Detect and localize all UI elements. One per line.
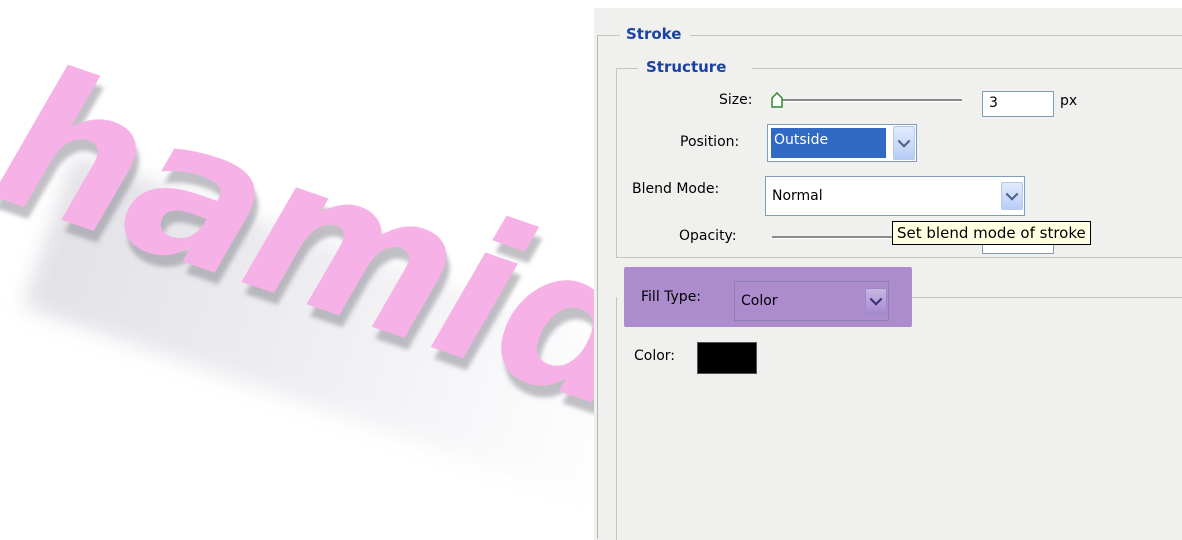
structure-group-line-left bbox=[616, 68, 638, 69]
opacity-slider-track[interactable] bbox=[772, 236, 902, 239]
stroke-group-line-left bbox=[597, 35, 621, 36]
fill-group-line-right bbox=[912, 297, 1182, 298]
color-swatch[interactable] bbox=[697, 342, 757, 374]
position-select[interactable]: Outside bbox=[767, 124, 917, 162]
position-label: Position: bbox=[680, 134, 740, 150]
size-input[interactable]: 3 bbox=[982, 91, 1054, 117]
watermark-logo: hamid bbox=[0, 0, 600, 540]
opacity-input[interactable] bbox=[982, 244, 1054, 254]
structure-group-border-bottom bbox=[616, 257, 1182, 258]
size-slider-track[interactable] bbox=[772, 99, 962, 102]
blend-mode-select[interactable]: Normal bbox=[765, 176, 1025, 216]
panel-left-border bbox=[597, 35, 598, 539]
color-label: Color: bbox=[634, 348, 676, 364]
fill-type-select[interactable]: Color bbox=[734, 281, 889, 321]
size-unit: px bbox=[1060, 93, 1078, 109]
fill-type-value: Color bbox=[741, 293, 778, 309]
stroke-group-title: Stroke bbox=[620, 25, 688, 43]
structure-group-border-left bbox=[616, 68, 617, 258]
position-value: Outside bbox=[771, 128, 886, 158]
size-label: Size: bbox=[719, 92, 753, 108]
structure-group-title: Structure bbox=[640, 58, 733, 76]
chevron-down-icon[interactable] bbox=[865, 288, 887, 314]
chevron-down-icon[interactable] bbox=[1001, 182, 1023, 210]
blend-mode-tooltip: Set blend mode of stroke bbox=[892, 221, 1091, 245]
chevron-down-icon[interactable] bbox=[893, 126, 915, 160]
blend-mode-value: Normal bbox=[772, 188, 823, 204]
opacity-label: Opacity: bbox=[679, 228, 737, 244]
structure-group-line-right bbox=[752, 68, 1182, 69]
stroke-group-line-right bbox=[690, 35, 1182, 36]
fill-type-label: Fill Type: bbox=[641, 289, 702, 305]
fill-group-border-left bbox=[616, 297, 617, 540]
blend-mode-label: Blend Mode: bbox=[632, 181, 720, 197]
